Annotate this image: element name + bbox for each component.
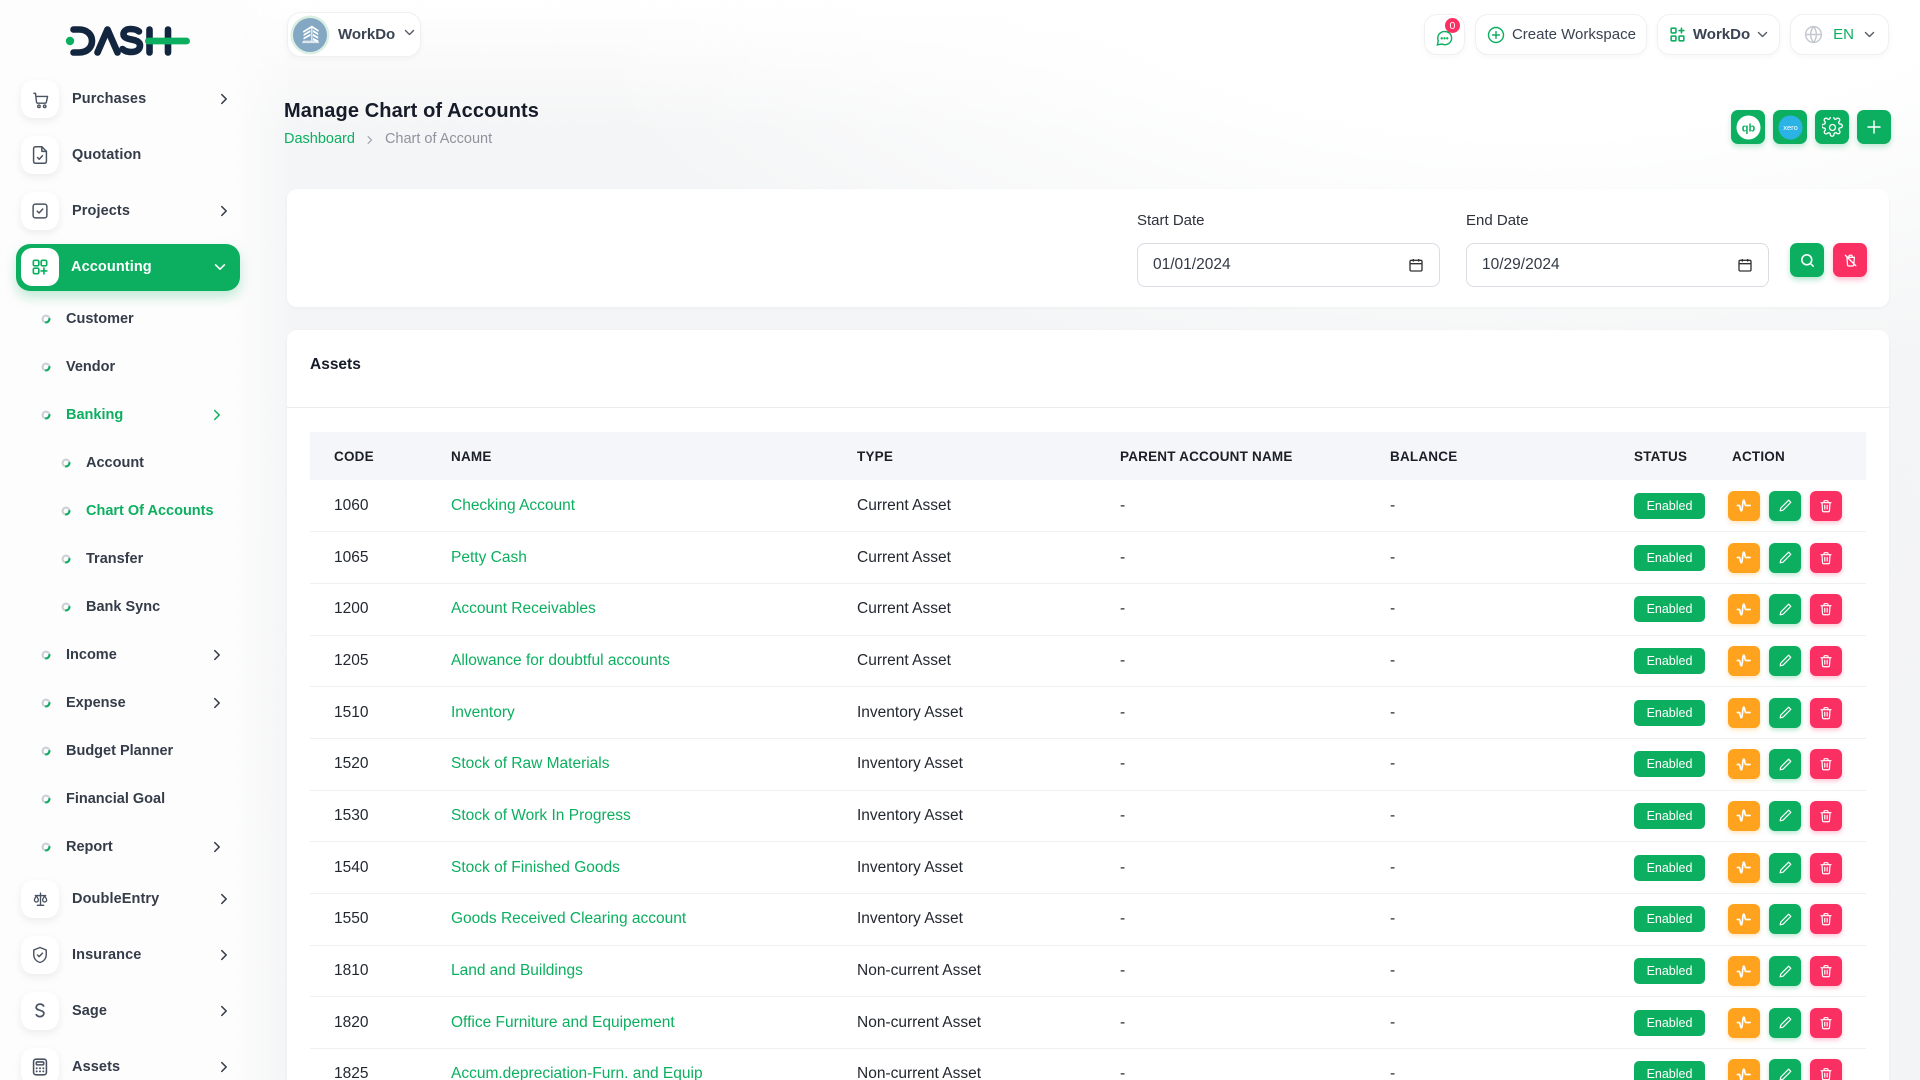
svg-text:xero: xero xyxy=(1783,123,1798,132)
svg-text:qb: qb xyxy=(1741,122,1755,134)
